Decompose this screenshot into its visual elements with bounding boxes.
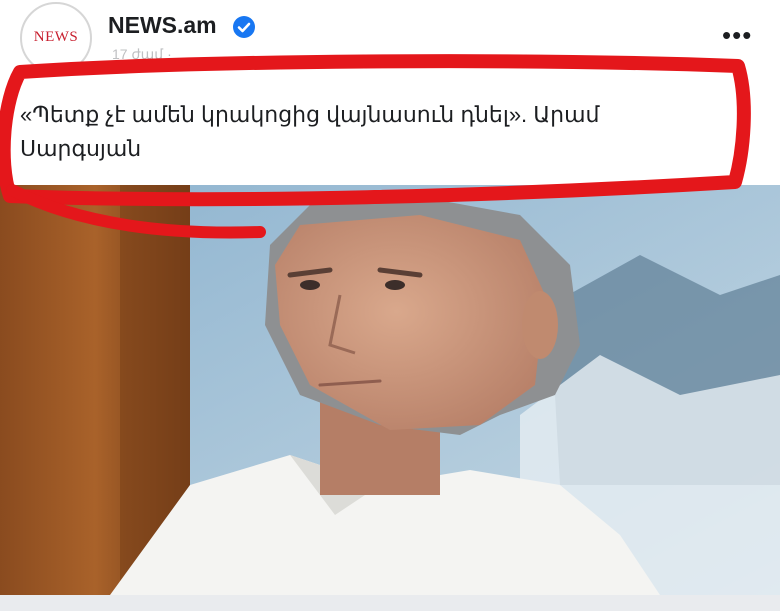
reactions-bar — [0, 595, 780, 611]
post-timestamp[interactable]: 17 ժամ · — [112, 46, 172, 63]
caption-text: «Պետք չէ ամեն կրակոցից վայնասուն դնել». … — [20, 102, 600, 161]
page-name[interactable]: NEWS.am — [108, 12, 217, 39]
verified-badge-icon — [233, 16, 255, 38]
post-photo[interactable] — [0, 185, 780, 595]
avatar-logo: NEWS — [33, 29, 79, 45]
post-header: NEWS NEWS.am 17 ժամ · ••• — [0, 0, 780, 80]
post-caption: «Պետք չէ ամեն կրակոցից վայնասուն դնել». … — [0, 80, 780, 180]
page-avatar[interactable]: NEWS — [20, 2, 92, 74]
more-horizontal-icon[interactable]: ••• — [722, 20, 752, 51]
